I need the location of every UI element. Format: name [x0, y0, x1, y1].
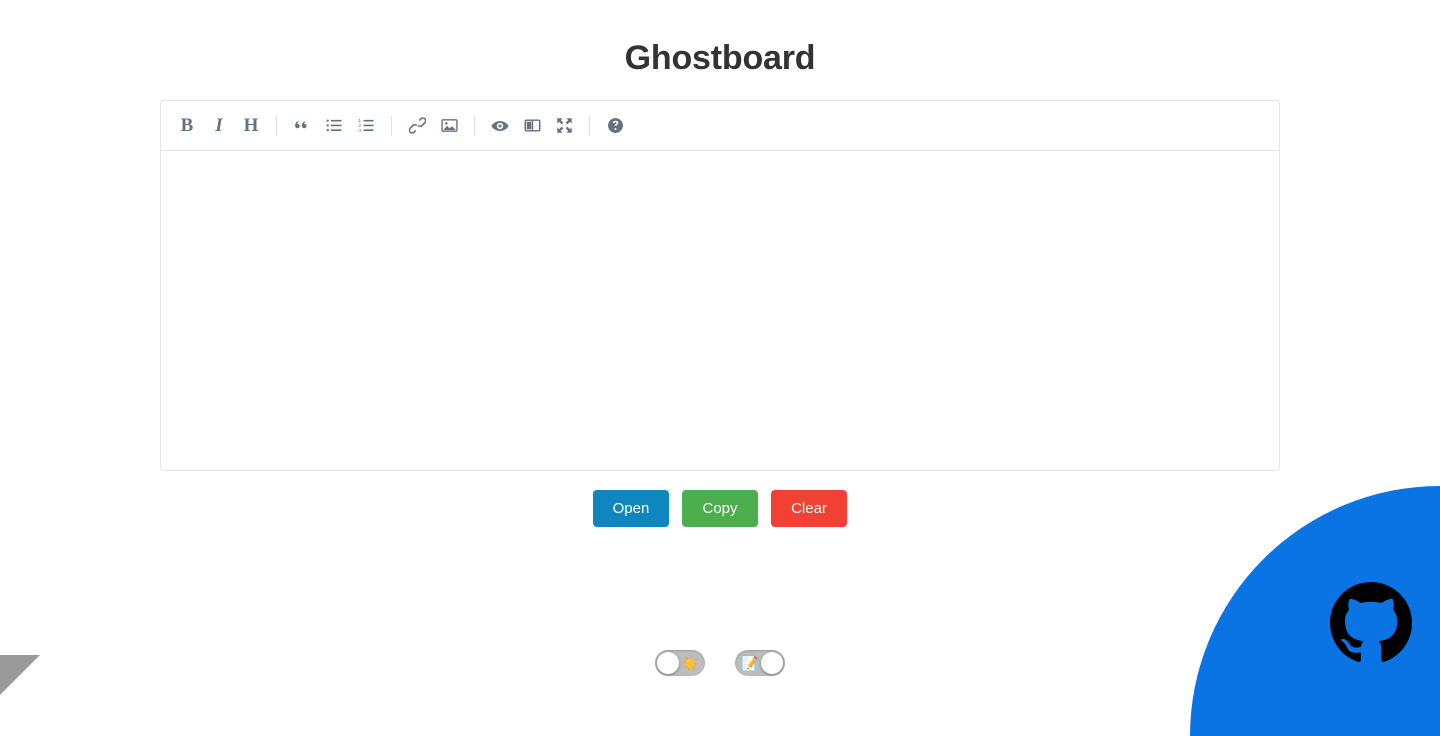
help-icon[interactable]	[600, 111, 630, 141]
italic-icon[interactable]: I	[204, 111, 234, 141]
fullscreen-icon[interactable]	[549, 111, 579, 141]
github-corner-link[interactable]	[1330, 582, 1412, 664]
toolbar-divider	[589, 115, 590, 136]
bold-icon-glyph: B	[180, 115, 194, 136]
image-icon[interactable]	[434, 111, 464, 141]
side-by-side-icon[interactable]	[517, 111, 547, 141]
theme-toggle-knob[interactable]	[657, 652, 679, 674]
svg-text:3: 3	[358, 128, 361, 134]
open-button[interactable]: Open	[593, 490, 669, 527]
markdown-editor: B I H 1 2 3	[160, 100, 1280, 471]
app-root: Ghostboard B I H 1 2 3 Open Copy Clear ☀…	[0, 0, 1440, 736]
clear-button[interactable]: Clear	[771, 490, 847, 527]
quote-icon[interactable]	[287, 111, 317, 141]
heading-icon[interactable]: H	[236, 111, 266, 141]
toggle-row: ☀️ 📝	[0, 650, 1440, 676]
sun-emoji-icon: ☀️	[681, 655, 699, 671]
editor-toggle[interactable]: 📝	[735, 650, 785, 676]
editor-toggle-knob[interactable]	[761, 652, 783, 674]
ordered-list-icon[interactable]: 1 2 3	[351, 111, 381, 141]
link-icon[interactable]	[402, 111, 432, 141]
heading-icon-glyph: H	[243, 115, 259, 136]
toolbar-divider	[474, 115, 475, 136]
action-button-row: Open Copy Clear	[0, 490, 1440, 527]
page-title: Ghostboard	[624, 39, 816, 77]
memo-emoji-icon: 📝	[741, 655, 759, 671]
preview-icon[interactable]	[485, 111, 515, 141]
copy-button[interactable]: Copy	[682, 490, 758, 527]
editor-toolbar: B I H 1 2 3	[161, 101, 1279, 151]
bold-icon[interactable]: B	[172, 111, 202, 141]
toolbar-divider	[391, 115, 392, 136]
markdown-textarea[interactable]	[161, 151, 1279, 470]
unordered-list-icon[interactable]	[319, 111, 349, 141]
italic-icon-glyph: I	[215, 115, 223, 136]
toolbar-divider	[276, 115, 277, 136]
resize-corner-triangle	[0, 655, 40, 695]
theme-toggle[interactable]: ☀️	[655, 650, 705, 676]
